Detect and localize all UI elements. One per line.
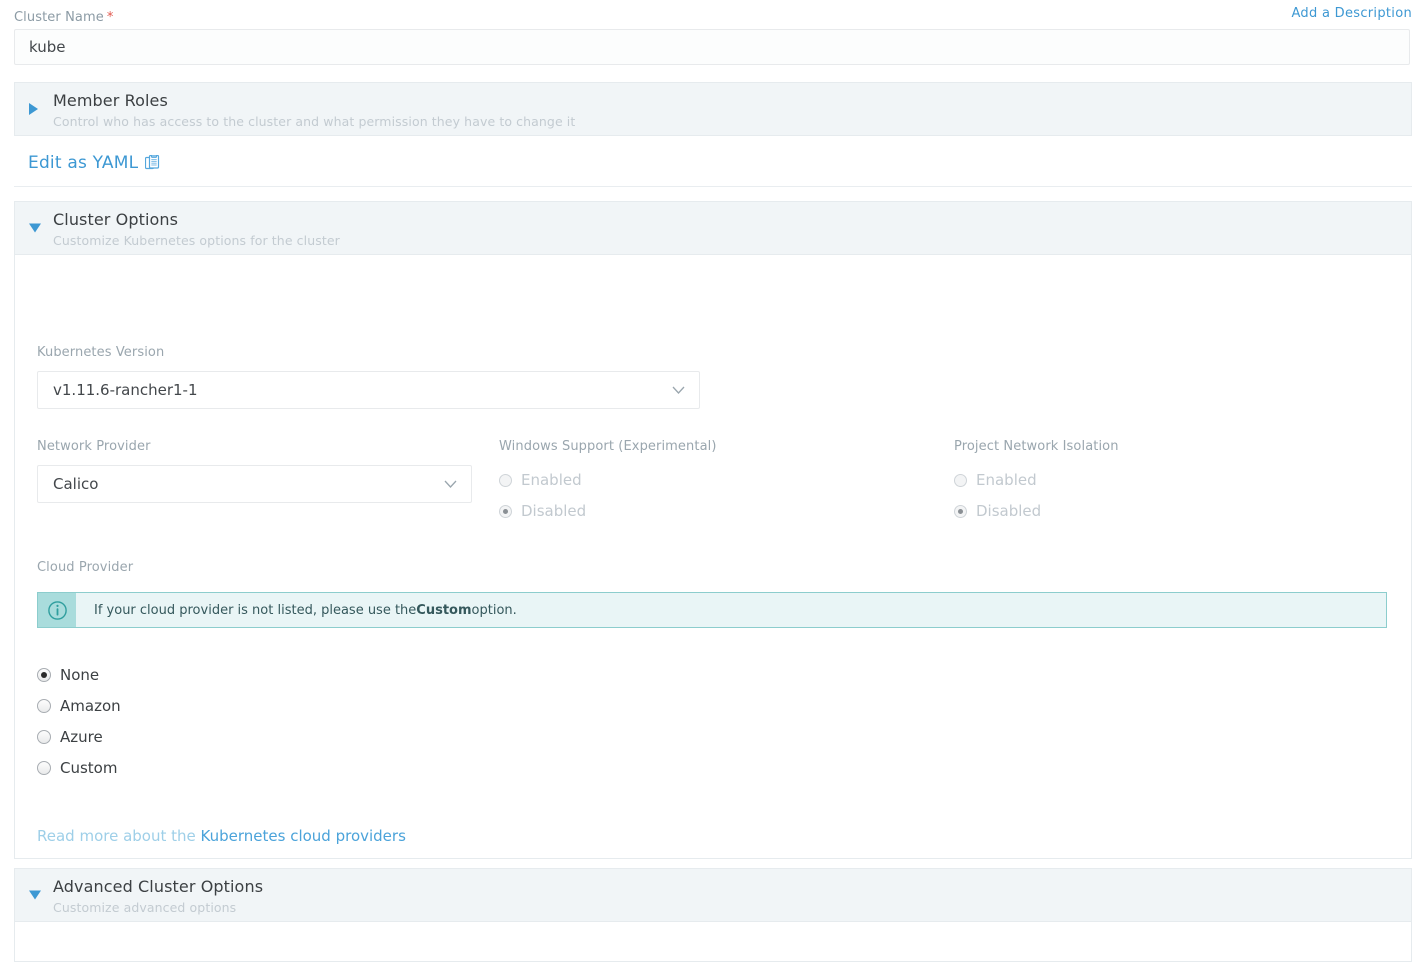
triangle-down-icon[interactable] (29, 890, 41, 900)
member-roles-title: Member Roles (53, 91, 168, 110)
cloud-provider-option-custom[interactable]: Custom (37, 752, 121, 783)
radio-icon[interactable] (954, 473, 967, 487)
cloud-provider-option-label: Amazon (60, 696, 121, 715)
radio-icon[interactable] (37, 698, 51, 713)
member-roles-header[interactable]: Member Roles Control who has access to t… (14, 82, 1412, 136)
section-advanced-cluster-options: Advanced Cluster Options Customize advan… (14, 868, 1412, 962)
section-cluster-options: Cluster Options Customize Kubernetes opt… (14, 201, 1412, 859)
edit-as-yaml-label: Edit as YAML (28, 153, 139, 173)
section-member-roles: Member Roles Control who has access to t… (14, 82, 1412, 136)
windows-support-option-label: Disabled (521, 502, 587, 520)
banner-text-before: If your cloud provider is not listed, pl… (94, 602, 417, 618)
kubernetes-version-value: v1.11.6-rancher1-1 (53, 381, 198, 399)
project-network-isolation-option-label: Disabled (976, 502, 1042, 520)
cluster-name-label: Cluster Name (14, 10, 104, 25)
advanced-cluster-options-subtitle: Customize advanced options (53, 900, 237, 915)
cloud-provider-info-text: If your cloud provider is not listed, pl… (76, 593, 517, 627)
kubernetes-version-select[interactable]: v1.11.6-rancher1-1 (37, 371, 700, 409)
chevron-down-icon[interactable] (444, 480, 457, 491)
cloud-provider-option-none[interactable]: None (37, 659, 121, 690)
radio-icon[interactable] (37, 729, 51, 744)
windows-support-option-enabled[interactable]: Enabled (499, 467, 586, 493)
radio-icon[interactable] (499, 504, 512, 518)
kubernetes-cloud-providers-link[interactable]: Kubernetes cloud providers (201, 827, 406, 845)
banner-text-bold: Custom (416, 602, 472, 618)
cluster-name-input[interactable] (14, 29, 1410, 65)
cluster-options-header[interactable]: Cluster Options Customize Kubernetes opt… (14, 201, 1412, 255)
cloud-provider-info-banner: If your cloud provider is not listed, pl… (37, 592, 1387, 628)
triangle-down-icon[interactable] (29, 223, 41, 233)
cluster-options-title: Cluster Options (53, 210, 179, 229)
edit-as-yaml-button[interactable]: Edit as YAML (28, 153, 160, 173)
triangle-right-icon[interactable] (29, 103, 38, 115)
network-provider-label: Network Provider (37, 439, 151, 454)
banner-text-after: option. (471, 602, 517, 618)
windows-support-option-label: Enabled (521, 471, 582, 489)
project-network-isolation-option-enabled[interactable]: Enabled (954, 467, 1041, 493)
clipboard-icon[interactable] (145, 154, 160, 171)
add-description-link[interactable]: Add a Description (1291, 6, 1412, 21)
cluster-name-row: Cluster Name * Add a Description (14, 6, 1412, 26)
read-more-prefix: Read more about the (37, 827, 201, 845)
project-network-isolation-label: Project Network Isolation (954, 439, 1119, 454)
required-marker: * (106, 10, 114, 25)
cloud-provider-option-amazon[interactable]: Amazon (37, 690, 121, 721)
cloud-provider-option-label: Custom (60, 758, 118, 777)
network-provider-value: Calico (53, 475, 99, 493)
project-network-isolation-radio-group: Enabled Disabled (954, 467, 1041, 524)
cloud-provider-option-label: Azure (60, 727, 103, 746)
read-more-row: Read more about the Kubernetes cloud pro… (37, 827, 406, 845)
yaml-divider (14, 186, 1412, 187)
network-provider-select[interactable]: Calico (37, 465, 472, 503)
project-network-isolation-option-disabled[interactable]: Disabled (954, 498, 1041, 524)
cloud-provider-option-azure[interactable]: Azure (37, 721, 121, 752)
radio-icon[interactable] (37, 667, 51, 682)
advanced-cluster-options-title: Advanced Cluster Options (53, 877, 264, 896)
chevron-down-icon[interactable] (672, 386, 685, 397)
windows-support-radio-group: Enabled Disabled (499, 467, 586, 524)
radio-icon[interactable] (954, 504, 967, 518)
project-network-isolation-option-label: Enabled (976, 471, 1037, 489)
kubernetes-version-label: Kubernetes Version (37, 345, 165, 360)
info-circle-icon (38, 593, 76, 627)
cloud-provider-option-label: None (60, 665, 100, 684)
cloud-provider-radio-group: None Amazon Azure Custom (37, 659, 121, 783)
advanced-cluster-options-body (14, 922, 1412, 962)
windows-support-option-disabled[interactable]: Disabled (499, 498, 586, 524)
cluster-options-subtitle: Customize Kubernetes options for the clu… (53, 233, 340, 248)
radio-icon[interactable] (499, 473, 512, 487)
member-roles-subtitle: Control who has access to the cluster an… (53, 114, 576, 129)
windows-support-label: Windows Support (Experimental) (499, 439, 717, 454)
radio-icon[interactable] (37, 760, 51, 775)
cluster-options-body: Kubernetes Version v1.11.6-rancher1-1 Ne… (14, 255, 1412, 859)
cloud-provider-label: Cloud Provider (37, 560, 134, 575)
advanced-cluster-options-header[interactable]: Advanced Cluster Options Customize advan… (14, 868, 1412, 922)
